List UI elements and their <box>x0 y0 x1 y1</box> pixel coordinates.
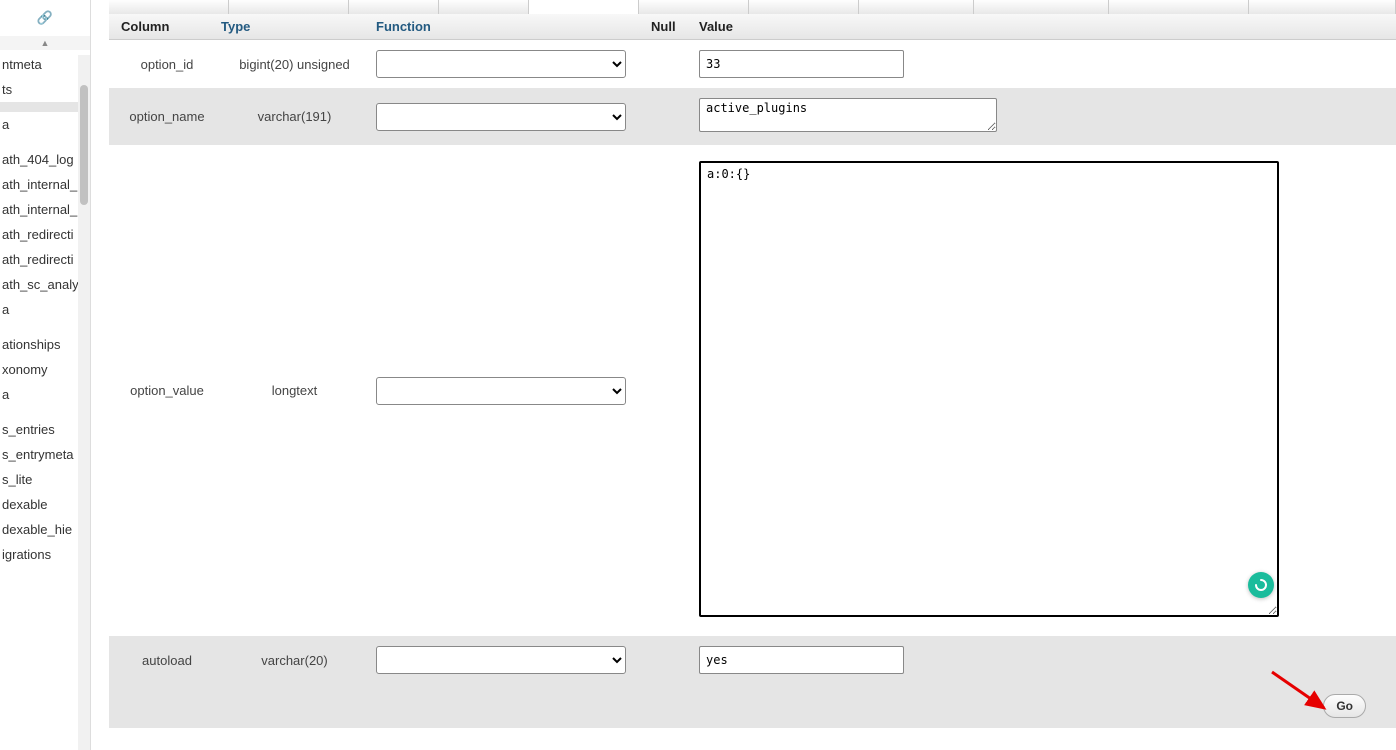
sidebar-item[interactable]: ntmeta <box>0 52 90 77</box>
sidebar: 🔗 ▲ ntmeta ts a ath_404_log ath_internal… <box>0 0 91 750</box>
action-row: Go <box>109 684 1396 728</box>
header-value: Value <box>695 19 1388 34</box>
sidebar-item[interactable]: dexable <box>0 492 90 517</box>
null-cell <box>647 62 695 66</box>
value-cell <box>695 48 1388 80</box>
function-select[interactable] <box>376 646 626 674</box>
table-header-row: Column Type Function Null Value <box>109 14 1396 40</box>
sidebar-item[interactable]: ath_redirecti <box>0 247 90 272</box>
column-type: varchar(20) <box>217 651 372 670</box>
sidebar-item[interactable]: ath_sc_analy <box>0 272 90 297</box>
table-row: option_name varchar(191) <box>109 88 1396 145</box>
go-button[interactable]: Go <box>1323 694 1366 718</box>
sidebar-item[interactable]: a <box>0 382 90 407</box>
column-type: longtext <box>217 381 372 400</box>
sidebar-item[interactable] <box>0 322 90 332</box>
value-textarea[interactable] <box>699 98 997 132</box>
sidebar-scrollbar[interactable] <box>78 55 90 750</box>
tab[interactable] <box>1249 0 1396 14</box>
sidebar-icon-row: 🔗 <box>0 0 90 36</box>
header-function[interactable]: Function <box>372 19 647 34</box>
value-input[interactable] <box>699 646 904 674</box>
null-cell <box>647 389 695 393</box>
table-row: autoload varchar(20) <box>109 636 1396 684</box>
tab[interactable] <box>859 0 974 14</box>
sidebar-scroll-up[interactable]: ▲ <box>0 36 90 50</box>
header-type[interactable]: Type <box>217 19 372 34</box>
sidebar-item[interactable]: ationships <box>0 332 90 357</box>
value-cell <box>695 159 1388 622</box>
sidebar-item[interactable]: a <box>0 112 90 137</box>
sidebar-item[interactable]: s_lite <box>0 467 90 492</box>
sidebar-scrollbar-thumb[interactable] <box>80 85 88 205</box>
null-cell <box>647 115 695 119</box>
sidebar-item[interactable]: s_entrymeta <box>0 442 90 467</box>
function-cell <box>372 101 647 133</box>
link-icon: 🔗 <box>37 10 53 26</box>
table-row: option_id bigint(20) unsigned <box>109 40 1396 88</box>
tab[interactable] <box>639 0 749 14</box>
table-row: option_value longtext <box>109 145 1396 636</box>
column-name: option_value <box>117 381 217 400</box>
function-cell <box>372 375 647 407</box>
tab[interactable] <box>439 0 529 14</box>
sidebar-item[interactable]: dexable_hie <box>0 517 90 542</box>
tab[interactable] <box>229 0 349 14</box>
sidebar-item[interactable]: xonomy <box>0 357 90 382</box>
value-cell <box>695 96 1388 137</box>
function-select[interactable] <box>376 50 626 78</box>
spinner-icon <box>1248 572 1274 598</box>
sidebar-item[interactable]: ath_404_log <box>0 147 90 172</box>
tab[interactable] <box>109 0 229 14</box>
sidebar-item[interactable]: a <box>0 297 90 322</box>
header-null: Null <box>647 19 695 34</box>
value-cell <box>695 644 1388 676</box>
null-cell <box>647 658 695 662</box>
tab[interactable] <box>749 0 859 14</box>
tab[interactable] <box>1109 0 1249 14</box>
function-select[interactable] <box>376 103 626 131</box>
sidebar-list: ntmeta ts a ath_404_log ath_internal_ at… <box>0 50 90 567</box>
value-input[interactable] <box>699 50 904 78</box>
function-select[interactable] <box>376 377 626 405</box>
tab[interactable] <box>974 0 1109 14</box>
column-name: option_name <box>117 107 217 126</box>
tab[interactable] <box>529 0 639 14</box>
sidebar-item[interactable] <box>0 137 90 147</box>
value-textarea[interactable] <box>699 161 1279 617</box>
sidebar-item[interactable]: ts <box>0 77 90 102</box>
sidebar-item[interactable] <box>0 102 90 112</box>
sidebar-item[interactable]: igrations <box>0 542 90 567</box>
sidebar-item[interactable]: s_entries <box>0 417 90 442</box>
header-column: Column <box>117 19 217 34</box>
column-name: option_id <box>117 55 217 74</box>
sidebar-item[interactable]: ath_internal_ <box>0 172 90 197</box>
top-tabs <box>109 0 1396 14</box>
tab[interactable] <box>349 0 439 14</box>
function-cell <box>372 644 647 676</box>
sidebar-item[interactable] <box>0 407 90 417</box>
column-type: varchar(191) <box>217 107 372 126</box>
column-name: autoload <box>117 651 217 670</box>
sidebar-item[interactable]: ath_internal_ <box>0 197 90 222</box>
sidebar-item[interactable]: ath_redirecti <box>0 222 90 247</box>
main-area: Column Type Function Null Value option_i… <box>91 0 1396 750</box>
function-cell <box>372 48 647 80</box>
column-type: bigint(20) unsigned <box>217 55 372 74</box>
